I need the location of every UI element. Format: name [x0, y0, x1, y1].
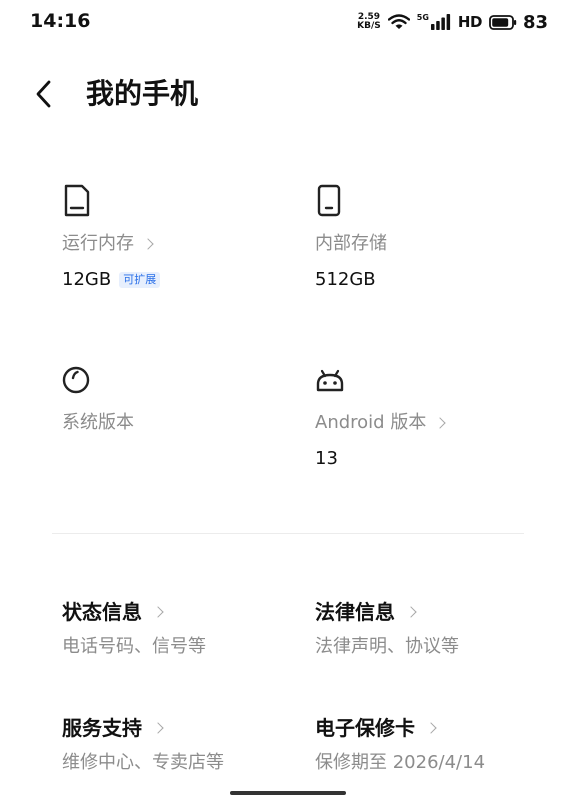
page-title: 我的手机 — [86, 77, 199, 110]
battery: 83 — [489, 12, 548, 33]
status-info-title: 状态信息 — [62, 600, 142, 624]
phone-screen: 14:16 2.59 KB/S 5G HD 83 我的手机 运行内存 12GB … — [0, 0, 576, 806]
status-info-subtitle: 电话号码、信号等 — [62, 636, 206, 657]
legal-info-title-row: 法律信息 — [315, 599, 555, 625]
warranty-card-subtitle: 保修期至 2026/4/14 — [315, 752, 486, 773]
legal-info-title: 法律信息 — [315, 600, 395, 624]
home-indicator[interactable] — [230, 791, 346, 795]
chevron-right-icon — [425, 722, 437, 734]
service-support-title: 服务支持 — [62, 716, 142, 740]
android-version-card[interactable]: Android 版本 13 — [315, 363, 535, 471]
storage-label-row: 内部存储 — [315, 232, 535, 256]
android-icon — [316, 369, 344, 392]
ram-card[interactable]: 运行内存 12GB 可扩展 — [62, 184, 282, 292]
warranty-card-title: 电子保修卡 — [315, 716, 415, 740]
hd-indicator: HD — [457, 13, 483, 31]
android-version-label: Android 版本 — [315, 412, 427, 433]
battery-icon — [489, 14, 517, 30]
warranty-card-title-row: 电子保修卡 — [315, 715, 555, 741]
android-version-label-row: Android 版本 — [315, 411, 535, 435]
back-arrow-icon — [36, 80, 51, 108]
service-support-subtitle: 维修中心、专卖店等 — [62, 752, 224, 773]
chevron-right-icon — [152, 722, 164, 734]
legal-info-subtitle: 法律声明、协议等 — [315, 636, 459, 657]
system-version-label: 系统版本 — [62, 412, 134, 433]
status-info-link[interactable]: 状态信息 电话号码、信号等 — [62, 599, 302, 659]
service-support-link[interactable]: 服务支持 维修中心、专卖店等 — [62, 715, 302, 775]
ram-label: 运行内存 — [62, 233, 134, 254]
ram-value-row: 12GB 可扩展 — [62, 268, 282, 292]
chevron-right-icon — [405, 606, 417, 618]
network-speed-unit: KB/S — [357, 21, 381, 31]
service-support-title-row: 服务支持 — [62, 715, 302, 741]
page-header: 我的手机 — [0, 70, 576, 120]
status-time: 14:16 — [30, 10, 91, 32]
network-speed: 2.59 KB/S — [357, 13, 381, 31]
android-version-value: 13 — [315, 448, 338, 469]
os-logo-icon — [62, 366, 90, 394]
status-bar: 14:16 2.59 KB/S 5G HD 83 — [0, 0, 576, 44]
expandable-badge: 可扩展 — [119, 272, 161, 288]
storage-card: 内部存储 512GB — [315, 184, 535, 292]
cellular-signal: 5G — [417, 14, 451, 30]
wifi-icon — [387, 14, 410, 29]
chevron-right-icon — [434, 417, 446, 429]
legal-info-link[interactable]: 法律信息 法律声明、协议等 — [315, 599, 555, 659]
status-info-title-row: 状态信息 — [62, 599, 302, 625]
storage-value: 512GB — [315, 269, 376, 290]
status-indicators: 2.59 KB/S 5G HD 83 — [357, 11, 548, 33]
battery-level: 83 — [522, 11, 548, 33]
system-version-card: 系统版本 — [62, 363, 282, 435]
ram-value: 12GB — [62, 269, 112, 290]
system-version-label-row: 系统版本 — [62, 411, 282, 435]
chevron-right-icon — [142, 238, 154, 250]
phone-icon — [317, 184, 341, 217]
section-divider — [52, 533, 524, 534]
storage-value-row: 512GB — [315, 268, 535, 292]
storage-label: 内部存储 — [315, 233, 387, 254]
back-button[interactable] — [26, 76, 62, 112]
sd-card-icon — [64, 184, 90, 217]
ram-label-row: 运行内存 — [62, 232, 282, 256]
warranty-card-link[interactable]: 电子保修卡 保修期至 2026/4/14 — [315, 715, 555, 775]
chevron-right-icon — [152, 606, 164, 618]
android-version-value-row: 13 — [315, 447, 535, 471]
signal-bars-icon — [430, 14, 451, 30]
signal-type: 5G — [416, 13, 429, 22]
